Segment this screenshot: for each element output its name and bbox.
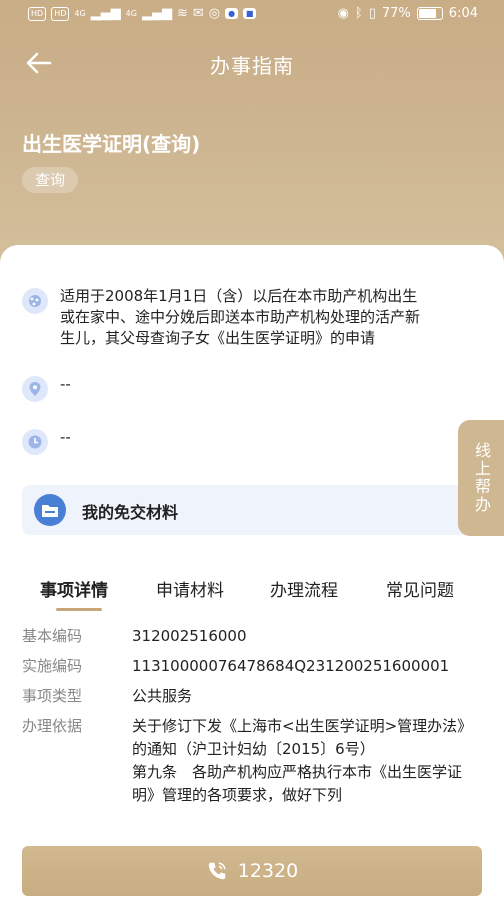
service-tag: 查询: [22, 167, 79, 193]
location-row: --: [22, 374, 430, 402]
basic-code-label: 基本编码: [22, 627, 83, 645]
detail-tabs: 事项详情 申请材料 办理流程 常见问题: [0, 572, 504, 612]
location-pin-icon: [22, 376, 48, 402]
vibrate-icon: ▯: [368, 6, 376, 21]
exempt-materials-entry[interactable]: 我的免交材料: [22, 485, 482, 535]
tab-process[interactable]: 办理流程: [270, 576, 338, 601]
app-icon-2: ■: [243, 8, 257, 19]
call-hotline-button[interactable]: 12320: [22, 846, 482, 896]
page-title: 办事指南: [210, 54, 294, 78]
nav-bar: 办事指南: [0, 36, 504, 88]
battery-percent: 77%: [381, 6, 411, 21]
scope-text: 适用于2008年1月1日（含）以后在本市助产机构出生或在家中、途中分娩后即送本市…: [60, 287, 421, 347]
time-text: --: [60, 428, 71, 446]
app-icon: ●: [225, 8, 239, 19]
network-type-2: 4G: [125, 9, 137, 18]
mail-icon: ✉: [192, 6, 204, 21]
battery-icon: [416, 7, 443, 20]
phone-icon: [208, 862, 226, 880]
online-help-button[interactable]: 线上帮办: [458, 420, 504, 536]
impl-code-value: 11310000076478684Q231200251600001: [132, 657, 450, 675]
hd-badge-2: HD: [51, 6, 70, 21]
basic-code-value: 312002516000: [132, 627, 247, 645]
active-tab-indicator: [56, 608, 102, 611]
network-type-1: 4G: [74, 9, 86, 18]
basis-value: 关于修订下发《上海市<出生医学证明>管理办法》的通知（沪卫计妇幼〔2015〕6号…: [132, 717, 473, 804]
people-icon: [22, 288, 48, 314]
tab-details[interactable]: 事项详情: [40, 576, 108, 601]
eye-icon: ◉: [337, 6, 349, 21]
type-value: 公共服务: [132, 687, 193, 705]
clock: 6:04: [448, 6, 478, 21]
clock-icon: [22, 429, 48, 455]
service-title: 出生医学证明(查询): [22, 132, 201, 156]
tab-materials[interactable]: 申请材料: [156, 576, 224, 601]
hd-badge: HD: [28, 6, 47, 21]
time-row: --: [22, 427, 430, 455]
scope-row: 适用于2008年1月1日（含）以后在本市助产机构出生或在家中、途中分娩后即送本市…: [22, 286, 430, 349]
tab-faq[interactable]: 常见问题: [386, 576, 454, 601]
basis-label: 办理依据: [22, 717, 83, 735]
bluetooth-icon: ᛒ: [354, 6, 363, 21]
notification-icon: ◎: [208, 6, 221, 21]
exempt-materials-label: 我的免交材料: [82, 503, 179, 522]
folder-icon: [34, 494, 66, 526]
hotline-number: 12320: [237, 860, 299, 882]
type-label: 事项类型: [22, 687, 83, 705]
impl-code-label: 实施编码: [22, 657, 83, 675]
wifi-icon: ≋: [176, 6, 188, 21]
bottom-bar: 12320: [0, 830, 504, 911]
status-bar: HD HD 4G ▂▄▆ 4G ▂▄▆ ≋ ✉ ◎ ● ■ ◉ ᛒ ▯ 77% …: [0, 0, 504, 30]
signal-icon: ▂▄▆: [90, 6, 121, 21]
signal-icon-2: ▂▄▆: [141, 6, 172, 21]
location-text: --: [60, 375, 71, 393]
